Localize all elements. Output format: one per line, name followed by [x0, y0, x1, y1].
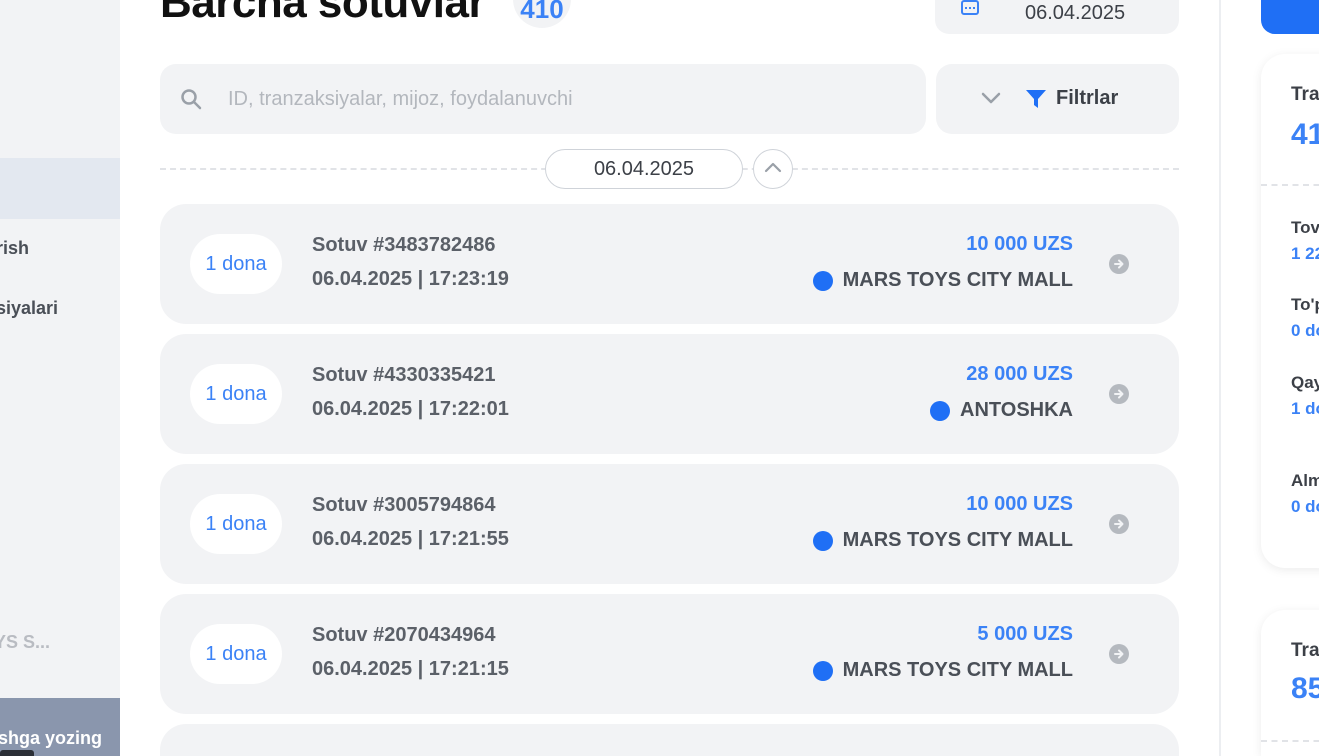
- chevron-up-icon: [764, 160, 782, 178]
- sale-store: MARS TOYS CITY MALL: [812, 529, 1073, 552]
- sidebar-item-label[interactable]: siyalari: [0, 298, 58, 319]
- stats-card: Tra 41 Tov 1 22 To'p 0 do Qay 1 do Alm 0…: [1261, 54, 1319, 568]
- sale-store: MARS TOYS CITY MALL: [812, 659, 1073, 682]
- sale-id: Sotuv #3005794864: [312, 494, 496, 516]
- store-dot-icon: [812, 660, 833, 681]
- collapse-group-button[interactable]: [753, 149, 793, 189]
- stats-row-value: 1 do: [1291, 399, 1319, 418]
- sale-card[interactable]: 1 dona Sotuv #3483782486 06.04.2025 | 17…: [160, 204, 1179, 324]
- arrow-right-circle-icon[interactable]: [1109, 254, 1129, 279]
- stats-divider: [1261, 740, 1319, 742]
- store-dot-icon: [812, 530, 833, 551]
- sidebar-store-name[interactable]: YS S...: [0, 632, 50, 653]
- arrow-right-circle-icon[interactable]: [1109, 514, 1129, 539]
- stats-row-label: Qay: [1291, 373, 1319, 392]
- sidebar-item-label[interactable]: rish: [0, 238, 29, 259]
- store-name: MARS TOYS CITY MALL: [842, 529, 1073, 551]
- store-dot-icon: [812, 270, 833, 291]
- stats-card-value: 85: [1291, 672, 1319, 705]
- page-title: Barcha sotuvlar: [160, 0, 486, 27]
- date-picker-value: 06.04.2025: [1025, 2, 1126, 24]
- stats-card-title: Tra: [1291, 84, 1319, 105]
- primary-action-button[interactable]: [1261, 0, 1319, 34]
- filter-label: Filtrlar: [1056, 87, 1119, 109]
- stats-row-label: Tov: [1291, 218, 1319, 237]
- sale-store: MARS TOYS CITY MALL: [812, 269, 1073, 292]
- stats-row-value: 0 do: [1291, 497, 1319, 516]
- stats-divider: [1261, 184, 1319, 186]
- sale-card[interactable]: 1 dona Sotuv #2070434964 06.04.2025 | 17…: [160, 594, 1179, 714]
- sales-count-badge: 410: [513, 0, 571, 28]
- search-icon: [180, 88, 202, 115]
- search-bar[interactable]: [160, 64, 926, 134]
- quantity-badge: 1 dona: [190, 494, 282, 554]
- sale-id: Sotuv #2070434964: [312, 624, 496, 646]
- quantity-badge: 1 dona: [190, 624, 282, 684]
- store-name: MARS TOYS CITY MALL: [842, 269, 1073, 291]
- support-indicator: [0, 750, 34, 756]
- stats-row-label: To'p: [1291, 295, 1319, 314]
- sale-id: Sotuv #3483782486: [312, 234, 496, 256]
- stats-card: Tra 85: [1261, 610, 1319, 756]
- sale-store: ANTOSHKA: [930, 399, 1073, 422]
- stats-row-value: 0 do: [1291, 321, 1319, 340]
- sale-amount: 10 000 UZS: [966, 233, 1073, 255]
- store-dot-icon: [930, 400, 951, 421]
- store-name: MARS TOYS CITY MALL: [842, 659, 1073, 681]
- stats-card-value: 41: [1291, 118, 1319, 151]
- search-input[interactable]: [228, 80, 888, 118]
- store-name: ANTOSHKA: [960, 399, 1073, 421]
- sale-card[interactable]: [160, 724, 1179, 756]
- arrow-right-circle-icon[interactable]: [1109, 384, 1129, 409]
- sale-card[interactable]: 1 dona Sotuv #4330335421 06.04.2025 | 17…: [160, 334, 1179, 454]
- sale-datetime: 06.04.2025 | 17:23:19: [312, 268, 509, 290]
- sale-datetime: 06.04.2025 | 17:21:15: [312, 658, 509, 680]
- filter-button[interactable]: Filtrlar: [936, 64, 1179, 134]
- stats-row-value: 1 22: [1291, 244, 1319, 263]
- sale-datetime: 06.04.2025 | 17:22:01: [312, 398, 509, 420]
- quantity-badge: 1 dona: [190, 234, 282, 294]
- arrow-right-circle-icon[interactable]: [1109, 644, 1129, 669]
- sale-id: Sotuv #4330335421: [312, 364, 496, 386]
- sale-amount: 5 000 UZS: [977, 623, 1073, 645]
- sale-amount: 10 000 UZS: [966, 493, 1073, 515]
- sale-card[interactable]: 1 dona Sotuv #3005794864 06.04.2025 | 17…: [160, 464, 1179, 584]
- sale-datetime: 06.04.2025 | 17:21:55: [312, 528, 509, 550]
- calendar-icon: [961, 0, 979, 21]
- sidebar-item-active[interactable]: [0, 158, 120, 219]
- sidebar: rish siyalari YS S... shga yozing: [0, 0, 120, 756]
- date-group-label: 06.04.2025: [545, 149, 743, 189]
- stats-card-title: Tra: [1291, 640, 1319, 661]
- column-divider: [1219, 0, 1221, 756]
- chevron-down-icon[interactable]: [980, 90, 1002, 111]
- quantity-badge: 1 dona: [190, 364, 282, 424]
- funnel-icon: [1025, 88, 1047, 115]
- support-text[interactable]: shga yozing: [0, 728, 102, 749]
- stats-row-label: Alm: [1291, 471, 1319, 490]
- sale-amount: 28 000 UZS: [966, 363, 1073, 385]
- date-picker[interactable]: 06.04.2025: [935, 0, 1179, 34]
